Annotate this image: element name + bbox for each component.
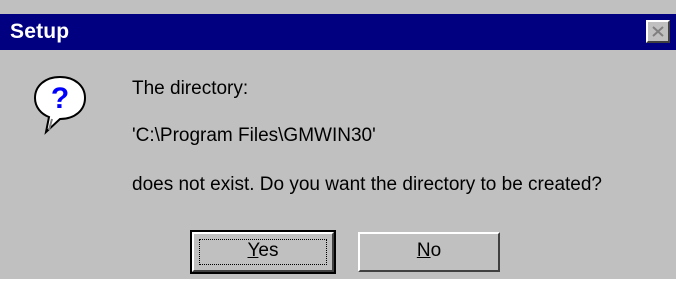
setup-dialog: Setup ? The directory: 'C:\Program Files… (0, 0, 676, 279)
question-icon: ? (32, 74, 88, 136)
close-button[interactable] (646, 20, 670, 43)
no-button[interactable]: No (358, 232, 500, 272)
yes-button[interactable]: Yes (190, 230, 336, 274)
message-line-1: The directory: (132, 78, 249, 99)
no-mnemonic: N (416, 240, 431, 261)
svg-text:?: ? (51, 82, 69, 115)
close-icon (652, 26, 664, 37)
directory-path: 'C:\Program Files\GMWIN30' (132, 125, 376, 146)
no-label-rest: o (430, 240, 442, 261)
message-question: does not exist. Do you want the director… (132, 174, 602, 195)
window-title: Setup (10, 20, 70, 43)
focus-ring (199, 239, 327, 265)
title-bar[interactable]: Setup (0, 14, 676, 50)
